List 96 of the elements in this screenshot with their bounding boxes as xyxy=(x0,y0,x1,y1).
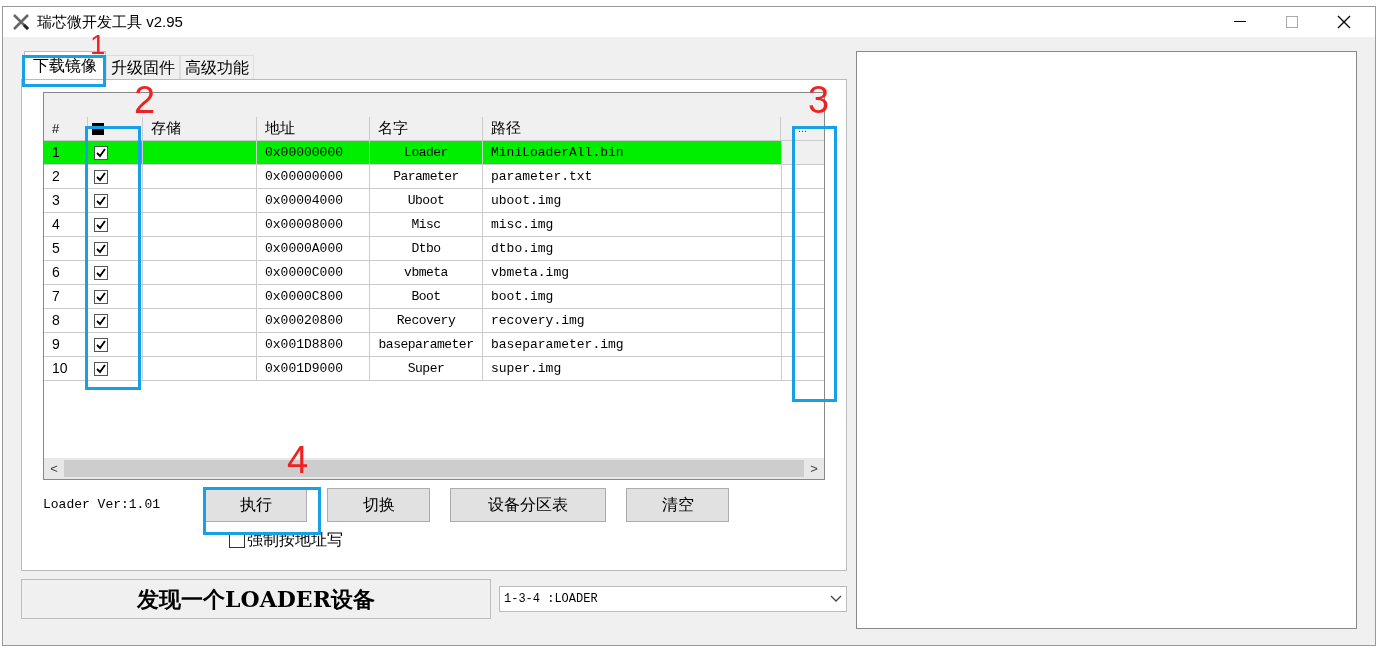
checkmark-icon xyxy=(96,363,106,374)
table-cell: Parameter xyxy=(370,165,483,188)
row-number: 3 xyxy=(44,189,88,212)
action-button[interactable]: 清空 xyxy=(626,488,729,522)
row-number: 4 xyxy=(44,213,88,236)
table-cell: 0x0000A000 xyxy=(257,237,370,260)
table-cell: Super xyxy=(370,357,483,380)
table-row[interactable]: 9 0x001D8800 baseparameter baseparameter.img xyxy=(44,333,824,357)
table-cell-text: super.img xyxy=(490,359,563,378)
table-cell: Loader xyxy=(370,141,483,164)
table-cell-text: vbmeta.img xyxy=(490,263,570,282)
checkmark-icon xyxy=(96,243,106,254)
table-cell-text: misc.img xyxy=(490,215,555,234)
row-number: 10 xyxy=(44,357,88,380)
checkbox[interactable] xyxy=(94,361,108,376)
tab[interactable]: 高级功能 xyxy=(180,55,254,79)
row-number: 2 xyxy=(44,165,88,188)
column-header: 地址 xyxy=(257,117,370,140)
table-cell-text: MiniLoaderAll.bin xyxy=(490,143,625,162)
row-number: 9 xyxy=(44,333,88,356)
checkbox[interactable] xyxy=(94,289,108,304)
table-cell: vbmeta xyxy=(370,261,483,284)
table-row[interactable]: 2 0x00000000 Parameter parameter.txt xyxy=(44,165,824,189)
table-cell: Recovery xyxy=(370,309,483,332)
checkmark-icon xyxy=(96,339,106,350)
table-row[interactable]: 10 0x001D9000 Super super.img xyxy=(44,357,824,381)
tools-icon xyxy=(11,12,31,32)
checkmark-icon xyxy=(96,315,106,326)
table-cell: 0x0000C000 xyxy=(257,261,370,284)
table-cell: 0x0000C800 xyxy=(257,285,370,308)
annotation-number: 3 xyxy=(808,80,830,120)
checkbox[interactable] xyxy=(94,313,108,328)
column-header: 名字 xyxy=(370,117,483,140)
close-icon xyxy=(1337,15,1351,29)
minimize-icon xyxy=(1234,21,1246,23)
table-cell: Dtbo xyxy=(370,237,483,260)
column-header: 路径 xyxy=(483,117,781,140)
action-button[interactable]: 执行 xyxy=(204,488,307,522)
column-header: # xyxy=(44,117,88,140)
table-cell: Uboot xyxy=(370,189,483,212)
row-number: 8 xyxy=(44,309,88,332)
table-cell: 0x00004000 xyxy=(257,189,370,212)
table-row[interactable]: 7 0x0000C800 Boot boot.img xyxy=(44,285,824,309)
checkbox[interactable] xyxy=(94,217,108,232)
checkbox[interactable] xyxy=(94,169,108,184)
table-row[interactable]: 3 0x00004000 Uboot uboot.img xyxy=(44,189,824,213)
checkbox[interactable] xyxy=(94,145,108,160)
table-cell-text: uboot.img xyxy=(490,191,563,210)
browse-cell[interactable] xyxy=(781,141,824,164)
action-button[interactable]: 切换 xyxy=(327,488,430,522)
device-dropdown[interactable]: 1-3-4 :LOADER xyxy=(499,586,847,612)
chevron-down-icon xyxy=(830,595,842,603)
row-number: 7 xyxy=(44,285,88,308)
table-cell: 0x001D9000 xyxy=(257,357,370,380)
checkmark-icon xyxy=(96,147,106,158)
loader-version: Loader Ver:1.01 xyxy=(43,496,162,515)
scroll-right-button[interactable]: > xyxy=(804,458,824,479)
window-title: 瑞芯微开发工具 v2.95 xyxy=(37,11,183,32)
table-row[interactable]: 1 0x00000000 Loader MiniLoaderAll.bin xyxy=(44,141,824,165)
action-button[interactable]: 设备分区表 xyxy=(450,488,606,522)
table-cell-text: baseparameter.img xyxy=(490,335,625,354)
checkmark-icon xyxy=(96,171,106,182)
row-number: 6 xyxy=(44,261,88,284)
scroll-left-button[interactable]: < xyxy=(44,458,64,479)
table-cell: 0x00008000 xyxy=(257,213,370,236)
checkmark-icon xyxy=(96,291,106,302)
row-number: 1 xyxy=(44,141,88,164)
table-cell-text: boot.img xyxy=(490,287,555,306)
table-cell: Boot xyxy=(370,285,483,308)
status-message: 发现一个LOADER设备 xyxy=(21,579,491,619)
maximize-icon xyxy=(1286,16,1298,28)
checkmark-icon xyxy=(96,195,106,206)
table-row[interactable]: 4 0x00008000 Misc misc.img xyxy=(44,213,824,237)
checkbox[interactable] xyxy=(94,193,108,208)
table-cell: baseparameter xyxy=(370,333,483,356)
checkmark-icon xyxy=(96,267,106,278)
table-cell-text: recovery.img xyxy=(490,311,586,330)
table-cell: 0x00000000 xyxy=(257,165,370,188)
column-header: ... xyxy=(796,121,809,137)
checkbox[interactable] xyxy=(94,241,108,256)
checkbox[interactable] xyxy=(94,265,108,280)
table-cell: 0x001D8800 xyxy=(257,333,370,356)
checkmark-icon xyxy=(96,219,106,230)
table-row[interactable]: 8 0x00020800 Recovery recovery.img xyxy=(44,309,824,333)
table-cell: 0x00000000 xyxy=(257,141,370,164)
table-cell-text: dtbo.img xyxy=(490,239,555,258)
table-cell: 0x00020800 xyxy=(257,309,370,332)
column-header: 存储 xyxy=(143,117,257,140)
table-cell: Misc xyxy=(370,213,483,236)
table-row[interactable]: 6 0x0000C000 vbmeta vbmeta.img xyxy=(44,261,824,285)
table-row[interactable]: 5 0x0000A000 Dtbo dtbo.img xyxy=(44,237,824,261)
table-cell-text: parameter.txt xyxy=(490,167,594,186)
tab[interactable]: 升级固件 xyxy=(106,55,180,79)
checkbox[interactable] xyxy=(94,337,108,352)
row-number: 5 xyxy=(44,237,88,260)
annotation-number: 2 xyxy=(134,80,156,120)
